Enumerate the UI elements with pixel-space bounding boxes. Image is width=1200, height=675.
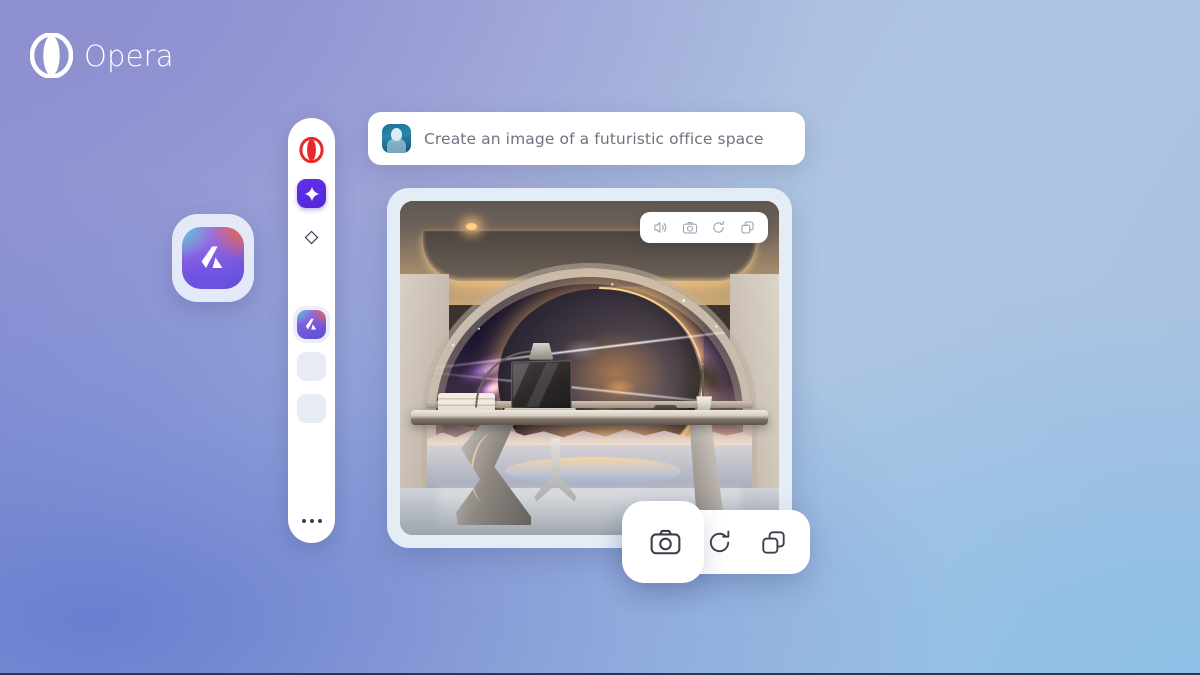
camera-icon[interactable] [675,213,704,242]
more-options-icon[interactable] [301,519,322,523]
desk-surface [411,409,768,426]
snapshot-button[interactable] [642,519,688,565]
page-root: Opera Create an image of a futuristic of… [0,0,1200,675]
refresh-icon[interactable] [704,213,733,242]
opera-brand: Opera [29,32,174,79]
aria-app-icon-large[interactable] [172,214,254,302]
prompt-text: Create an image of a futuristic office s… [424,129,764,148]
scene-illustration [400,201,779,535]
image-toolbar-small [640,212,768,243]
sidebar-item-pinned-app[interactable] [293,306,330,343]
copy-icon [761,530,785,554]
image-toolbar-magnified [622,501,810,583]
sidebar-item-placeholder-1[interactable] [297,352,326,381]
opera-o-icon [299,136,324,163]
sparkle-icon [304,186,319,201]
opera-wordmark: Opera [84,38,174,73]
aria-app-icon [305,318,317,330]
opera-o-icon [29,32,74,79]
a-mark-glyph [201,246,223,268]
sidebar-item-placeholder-2[interactable] [297,394,326,423]
generated-image[interactable] [400,201,779,535]
camera-icon [650,529,680,554]
aria-app-icon-gradient [182,227,244,289]
result-image-card [387,188,792,548]
sidebar-item-diamond-tool[interactable] [296,222,327,253]
opera-sidebar [288,118,335,543]
user-avatar [382,124,411,153]
potted-plant [678,347,728,402]
refresh-icon [709,530,729,552]
prompt-input-bar[interactable]: Create an image of a futuristic office s… [368,112,805,165]
sidebar-item-aria-assistant[interactable] [297,179,326,208]
regenerate-button[interactable] [696,519,742,565]
laptop [511,360,572,411]
diamond-icon [304,230,319,245]
speaker-icon[interactable] [646,213,675,242]
copy-icon[interactable] [733,213,762,242]
sidebar-item-opera-home[interactable] [296,134,327,165]
copy-button[interactable] [750,519,796,565]
